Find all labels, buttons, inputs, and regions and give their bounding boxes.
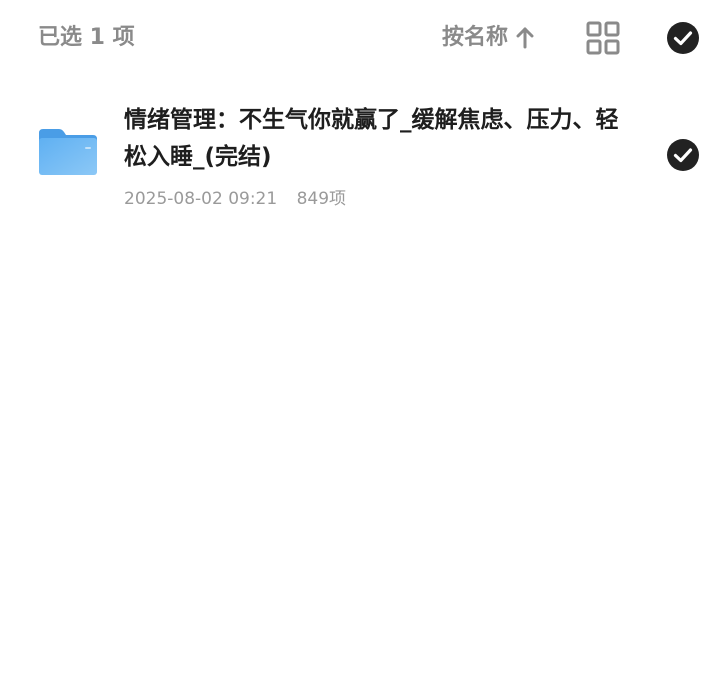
file-select-checkbox[interactable] — [666, 138, 700, 172]
selected-count-label: 已选 1 项 — [38, 25, 135, 50]
grid-view-button[interactable] — [585, 20, 621, 56]
file-list-item[interactable]: 情绪管理：不生气你就赢了_缓解焦虑、压力、轻松入睡_(完结) 2025-08-0… — [0, 92, 714, 222]
arrow-up-icon — [514, 27, 536, 49]
check-circle-icon — [667, 139, 699, 171]
folder-icon — [37, 127, 99, 177]
sort-by-name-button[interactable]: 按名称 — [442, 22, 536, 54]
select-all-checkbox[interactable] — [666, 21, 700, 55]
file-meta: 2025-08-02 09:21 849项 — [124, 188, 624, 210]
sort-label: 按名称 — [442, 25, 509, 50]
grid-view-icon — [586, 21, 620, 55]
check-circle-icon — [667, 22, 699, 54]
file-date: 2025-08-02 09:21 — [124, 189, 278, 209]
file-info: 情绪管理：不生气你就赢了_缓解焦虑、压力、轻松入睡_(完结) 2025-08-0… — [124, 102, 624, 210]
selection-toolbar: 已选 1 项 按名称 — [0, 0, 714, 76]
file-name: 情绪管理：不生气你就赢了_缓解焦虑、压力、轻松入睡_(完结) — [124, 107, 619, 170]
file-item-count: 849项 — [296, 189, 347, 209]
